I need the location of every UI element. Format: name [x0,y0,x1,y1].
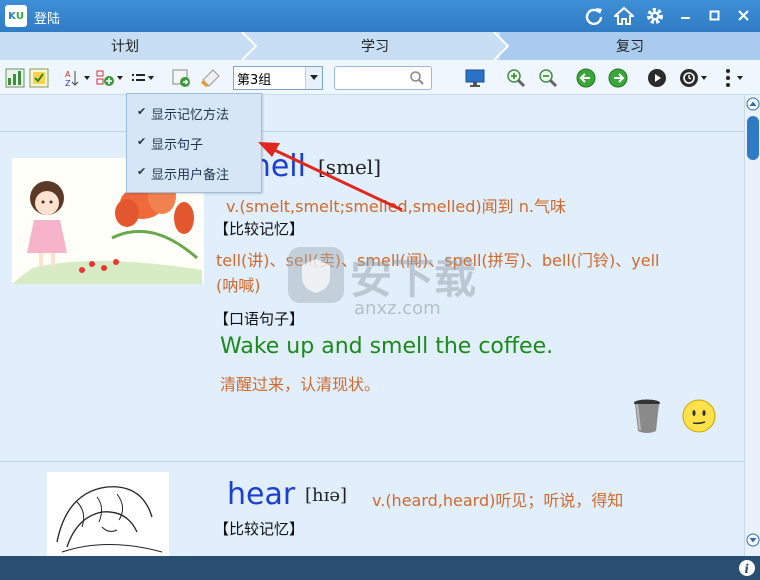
app-logo: KU [5,5,27,27]
chart-view-icon[interactable] [4,67,26,89]
chevron-down-icon[interactable] [305,67,322,89]
timer-icon[interactable] [677,67,709,89]
svg-text:Z: Z [65,79,71,88]
watermark-text: 安下载 [350,254,477,303]
select-all-icon[interactable] [28,67,50,89]
tab-separator-icon [493,32,510,60]
compare-text-continued: (呐喊) [216,276,261,295]
menu-item-label: 显示句子 [151,138,204,153]
tab-review[interactable]: 复习 [500,32,760,60]
refresh-icon[interactable] [582,4,606,28]
zoom-out-icon[interactable] [536,67,560,89]
status-bar: i [0,556,760,580]
divider [0,131,744,132]
tab-plan-label: 计划 [111,39,139,55]
group-select-value: 第3组 [237,73,272,88]
checklist-add-icon[interactable] [95,67,125,89]
close-icon[interactable] [732,4,756,28]
smiley-icon[interactable] [681,398,717,438]
trash-icon[interactable] [632,398,662,438]
compare-heading: 【比较记忆】 [214,520,305,538]
checkmark-icon: ✔ [137,135,147,148]
info-icon[interactable]: i [738,559,756,577]
window-title: 登陆 [34,12,61,27]
scroll-thumb[interactable] [747,116,759,160]
play-icon[interactable] [645,67,669,89]
tab-study-label: 学习 [361,39,389,55]
definition-text: v.(heard,heard)听见；听说，得知 [372,491,624,510]
sentence-heading: 【口语句子】 [214,310,305,328]
sentence-english: Wake up and smell the coffee. [220,334,554,359]
maximize-icon[interactable] [703,4,727,28]
scroll-down-icon[interactable] [746,533,760,547]
phonetic-text: [hɪə] [305,485,348,506]
compare-heading: 【比较记忆】 [214,220,305,238]
tab-plan[interactable]: 计划 [0,32,250,60]
previous-icon[interactable] [574,67,598,89]
watermark-url: anxz.com [354,298,441,319]
word-text: hear [227,477,296,512]
menu-item-show-sentences[interactable]: ✔ 显示句子 [127,130,261,156]
word-list[interactable]: smell [smel] v.(smelt,smelt;smelled,smel… [0,95,744,556]
minimize-icon[interactable] [674,4,698,28]
export-icon[interactable] [170,67,194,89]
menu-item-show-user-notes[interactable]: ✔ 显示用户备注 [127,160,261,186]
title-bar: KU 登陆 [0,0,760,32]
search-icon[interactable] [409,70,425,86]
more-menu-icon[interactable] [720,67,748,89]
next-icon[interactable] [606,67,630,89]
word-illustration [47,472,169,556]
eraser-icon[interactable] [198,67,222,89]
menu-item-label: 显示记忆方法 [151,108,230,123]
definition-text: v.(smelt,smelt;smelled,smelled)闻到 n.气味 [226,197,566,216]
svg-text:i: i [745,562,750,576]
checkmark-icon: ✔ [137,105,147,118]
watermark-logo [288,247,344,303]
menu-item-label: 显示用户备注 [151,168,230,183]
search-input[interactable] [334,66,432,90]
svg-text:A: A [65,70,71,79]
display-options-menu: ✔ 显示记忆方法 ✔ 显示句子 ✔ 显示用户备注 [126,93,262,193]
sentence-chinese: 清醒过来，认清现状。 [220,375,381,394]
home-icon[interactable] [612,4,636,28]
scroll-up-icon[interactable] [746,97,760,111]
gear-icon[interactable] [643,4,667,28]
scrollbar[interactable] [744,95,760,556]
divider [0,461,744,462]
monitor-icon[interactable] [463,67,487,89]
group-select[interactable]: 第3组 [233,66,323,90]
tab-bar: 计划 学习 复习 [0,32,760,60]
tab-study[interactable]: 学习 [250,32,500,60]
phonetic-text: [smel] [318,155,382,179]
sort-az-icon[interactable]: AZ [63,67,93,89]
checkmark-icon: ✔ [137,165,147,178]
list-options-icon[interactable] [129,67,157,89]
tab-review-label: 复习 [616,39,644,55]
tab-separator-icon [241,32,258,60]
zoom-in-icon[interactable] [504,67,528,89]
menu-item-show-memory-method[interactable]: ✔ 显示记忆方法 [127,100,261,126]
